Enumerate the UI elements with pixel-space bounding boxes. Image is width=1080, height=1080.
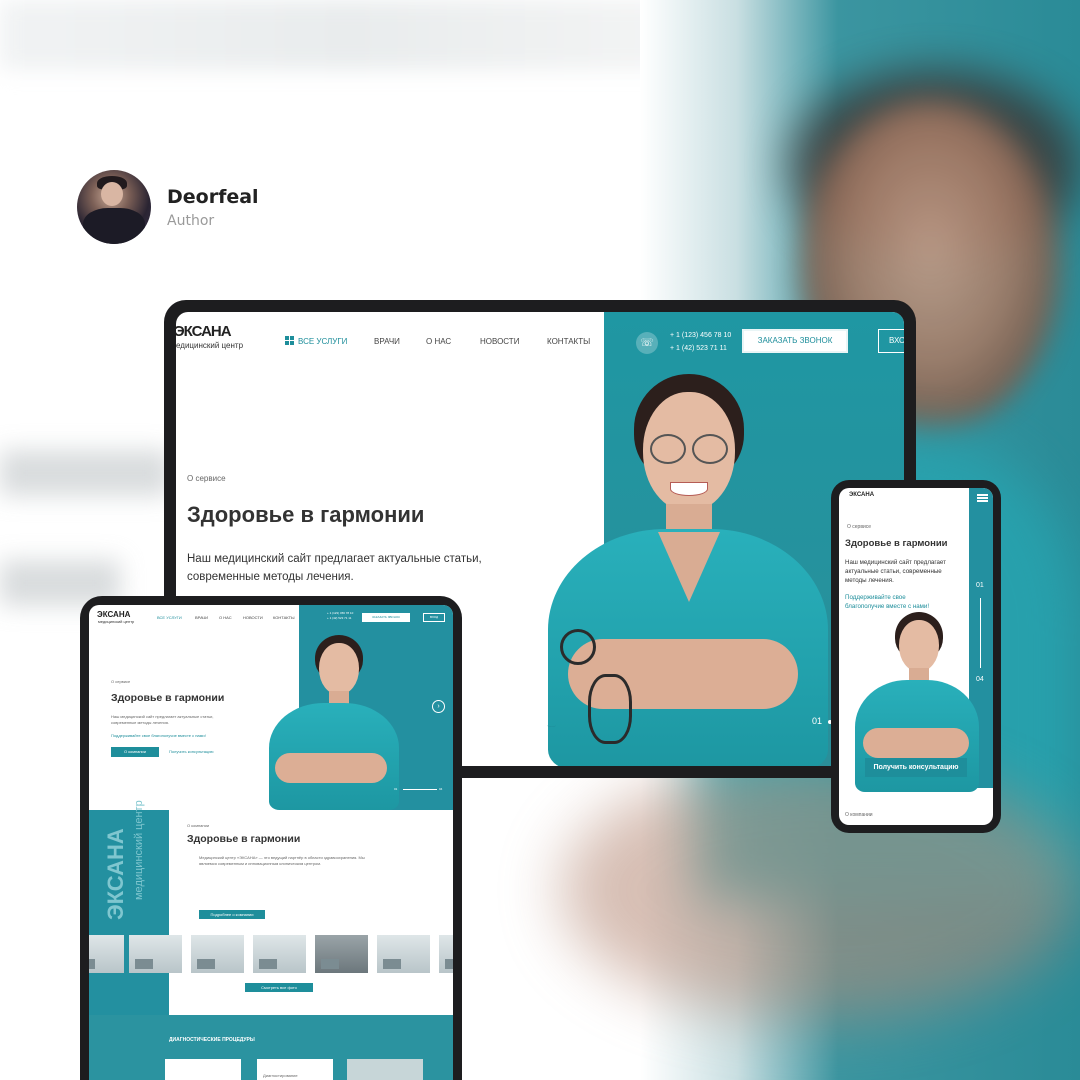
gallery-thumb[interactable] [191,935,244,973]
author-avatar [77,170,151,244]
chevron-left-icon[interactable]: ‿ [548,717,555,728]
tp-vertical-logo-sub: медицинский центр [133,800,145,900]
tp-phones: + 1 (123) 456 78 10 + 1 (42) 523 71 11 [327,611,353,621]
tp-order-call-button[interactable]: ЗАКАЗАТЬ ЗВОНОК [362,613,410,622]
phone-hero-title: Здоровье в гармонии [845,538,948,549]
tablet-portrait-mockup: ЭКСАНА медицинский центр ВСЕ УСЛУГИ ВРАЧ… [80,596,462,1080]
blurred-arms [560,760,1080,1020]
gallery-thumb[interactable] [315,935,368,973]
hamburger-menu-icon[interactable] [977,494,988,496]
author-name: Deorfeal [167,186,259,208]
hero-lead: Наш медицинский сайт предлагает актуальн… [187,550,482,586]
phone-consult-button[interactable]: Получить консультацию [865,758,967,777]
hero-lead-line-1: Наш медицинский сайт предлагает актуальн… [187,553,482,565]
nav-news[interactable]: НОВОСТИ [480,337,519,346]
site-logo-subtitle: едицинский центр [176,341,244,350]
tp-nav-about[interactable]: О НАС [219,615,232,620]
phone-mockup: ЭКСАНА О сервисе Здоровье в гармонии Наш… [831,480,1001,833]
phone-kicker: О сервисе [847,524,872,530]
tp-about-more-button[interactable]: Подробнее о компании [199,910,265,919]
tp-nav-doctors[interactable]: ВРАЧИ [195,615,208,620]
nav-doctors[interactable]: ВРАЧИ [374,337,400,346]
phone-2[interactable]: + 1 (42) 523 71 11 [670,342,731,355]
tp-cta-link[interactable]: Поддерживайте свое благополучие вместе с… [111,733,206,739]
tp-nav-all-services[interactable]: ВСЕ УСЛУГИ [157,615,182,620]
hero-doctor-photo [538,374,838,766]
phone-numbers: + 1 (123) 456 78 10 + 1 (42) 523 71 11 [670,329,731,355]
tp-login-button[interactable]: ВХОД [423,613,445,622]
tp-about-brand-band: ЭКСАНА медицинский центр [89,800,169,1015]
blurred-stripe [0,450,170,496]
tp-about-text: Медицинский центр «ЭКСАНА» — это ведущий… [199,855,365,866]
slide-counter-current: 01 [812,716,823,726]
hero-kicker: О сервисе [187,474,226,483]
diagnostic-card[interactable]: Диагностирование [257,1059,333,1080]
tp-next-arrow-icon[interactable]: › [432,700,445,713]
tp-slide-total: 04 [439,787,443,791]
tp-vertical-logo: ЭКСАНА [103,828,128,920]
phone-about-kicker: О компании [845,812,873,818]
tp-consult-link[interactable]: Получить консультацию [169,749,213,755]
tp-hero-title: Здоровье в гармонии [111,692,225,704]
hero-lead-line-2: современные методы лечения. [187,571,354,583]
phone-hero-lead: Наш медицинский сайт предлагает актуальн… [845,559,947,584]
phone-slide-track [980,598,981,668]
phone-slide-current: 01 [976,582,984,589]
diagnostic-card[interactable] [165,1059,241,1080]
site-logo[interactable]: ЭКСАНА [176,323,232,340]
phone-screen: ЭКСАНА О сервисе Здоровье в гармонии Наш… [839,488,993,825]
diagnostic-card[interactable] [347,1059,423,1080]
tablet-portrait-screen: ЭКСАНА медицинский центр ВСЕ УСЛУГИ ВРАЧ… [89,605,453,1080]
nav-all-services[interactable]: ВСЕ УСЛУГИ [298,337,347,346]
tp-hero-lead-2: современные методы лечения. [111,720,169,725]
login-button[interactable]: ВХО [878,329,904,353]
gallery-thumb[interactable] [439,935,453,973]
author-role: Author [167,213,215,229]
tp-phone-2[interactable]: + 1 (42) 523 71 11 [327,616,353,621]
tp-about-kicker: О компании [187,823,210,828]
phone-1[interactable]: + 1 (123) 456 78 10 [670,329,731,342]
blurred-top-strip [0,0,700,70]
tp-hero-kicker: О сервисе [111,679,131,684]
gallery-thumb[interactable] [129,935,182,973]
order-call-button[interactable]: ЗАКАЗАТЬ ЗВОНОК [742,329,848,353]
tp-slide-current: 01 [394,787,398,791]
hero-title: Здоровье в гармонии [187,502,425,527]
tp-diagnostics-title: ДИАГНОСТИЧЕСКИЕ ПРОЦЕДУРЫ [169,1037,255,1043]
nav-contacts[interactable]: КОНТАКТЫ [547,337,590,346]
phone-cta-link[interactable]: Поддерживайте свое благополучие вместе с… [845,593,945,611]
tp-logo[interactable]: ЭКСАНА [97,610,130,619]
tp-gallery-button[interactable]: Смотреть все фото [245,983,313,992]
phone-icon[interactable]: ☏ [636,332,658,354]
gallery-thumb[interactable] [89,935,124,973]
tp-slide-track [403,789,437,790]
gallery-thumb[interactable] [377,935,430,973]
tp-nav-contacts[interactable]: КОНТАКТЫ [273,615,295,620]
tp-logo-subtitle: медицинский центр [98,619,135,624]
tp-hero-lead: Наш медицинский сайт предлагает актуальн… [111,714,251,726]
tp-about-button[interactable]: О компании [111,747,159,757]
diagnostic-card-label: Диагностирование [263,1073,298,1078]
tp-doctor-photo [267,635,401,810]
phone-logo[interactable]: ЭКСАНА [849,492,874,498]
gallery-thumb[interactable] [253,935,306,973]
grid-icon [285,336,294,345]
tp-about-title: Здоровье в гармонии [187,833,301,845]
tp-nav-news[interactable]: НОВОСТИ [243,615,263,620]
nav-about[interactable]: О НАС [426,337,451,346]
